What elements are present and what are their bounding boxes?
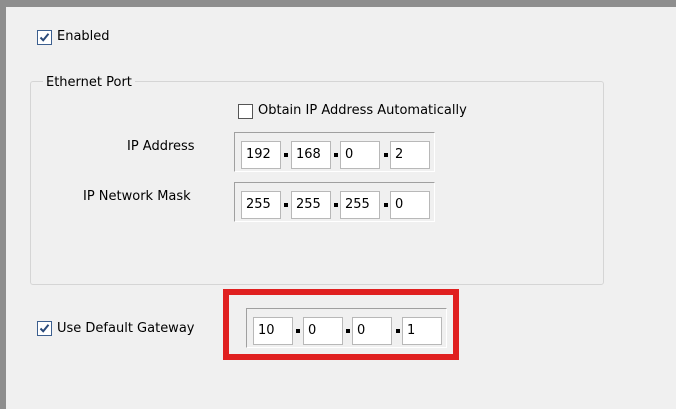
use-default-gateway-checkbox[interactable] [37,321,52,336]
octet-separator [284,153,288,157]
ip-address-octet-2[interactable]: 168 [291,141,331,169]
network-mask-octet-4[interactable]: 0 [390,191,430,219]
ip-address-octet-1[interactable]: 192 [241,141,281,169]
checkmark-icon [39,324,50,333]
octet-separator [384,153,388,157]
ethernet-port-title: Ethernet Port [43,75,135,91]
checkmark-icon [39,33,50,42]
obtain-ip-automatically-label: Obtain IP Address Automatically [258,103,467,118]
enabled-label: Enabled [57,29,110,44]
obtain-ip-automatically-checkbox[interactable] [238,104,253,119]
network-mask-field: 255 255 255 0 [234,182,435,222]
ip-address-octet-3[interactable]: 0 [340,141,380,169]
network-mask-label: IP Network Mask [83,189,191,204]
network-mask-octet-1[interactable]: 255 [241,191,281,219]
ip-address-field: 192 168 0 2 [234,132,435,172]
octet-separator [384,203,388,207]
octet-separator [334,203,338,207]
octet-separator [284,203,288,207]
use-default-gateway-label: Use Default Gateway [57,321,195,336]
network-mask-octet-2[interactable]: 255 [291,191,331,219]
octet-separator [334,153,338,157]
ip-address-label: IP Address [127,139,195,154]
enabled-checkbox[interactable] [37,30,52,45]
network-mask-octet-3[interactable]: 255 [340,191,380,219]
ip-address-octet-4[interactable]: 2 [390,141,430,169]
gateway-highlight-box [223,289,459,360]
window-frame-top [0,0,676,7]
